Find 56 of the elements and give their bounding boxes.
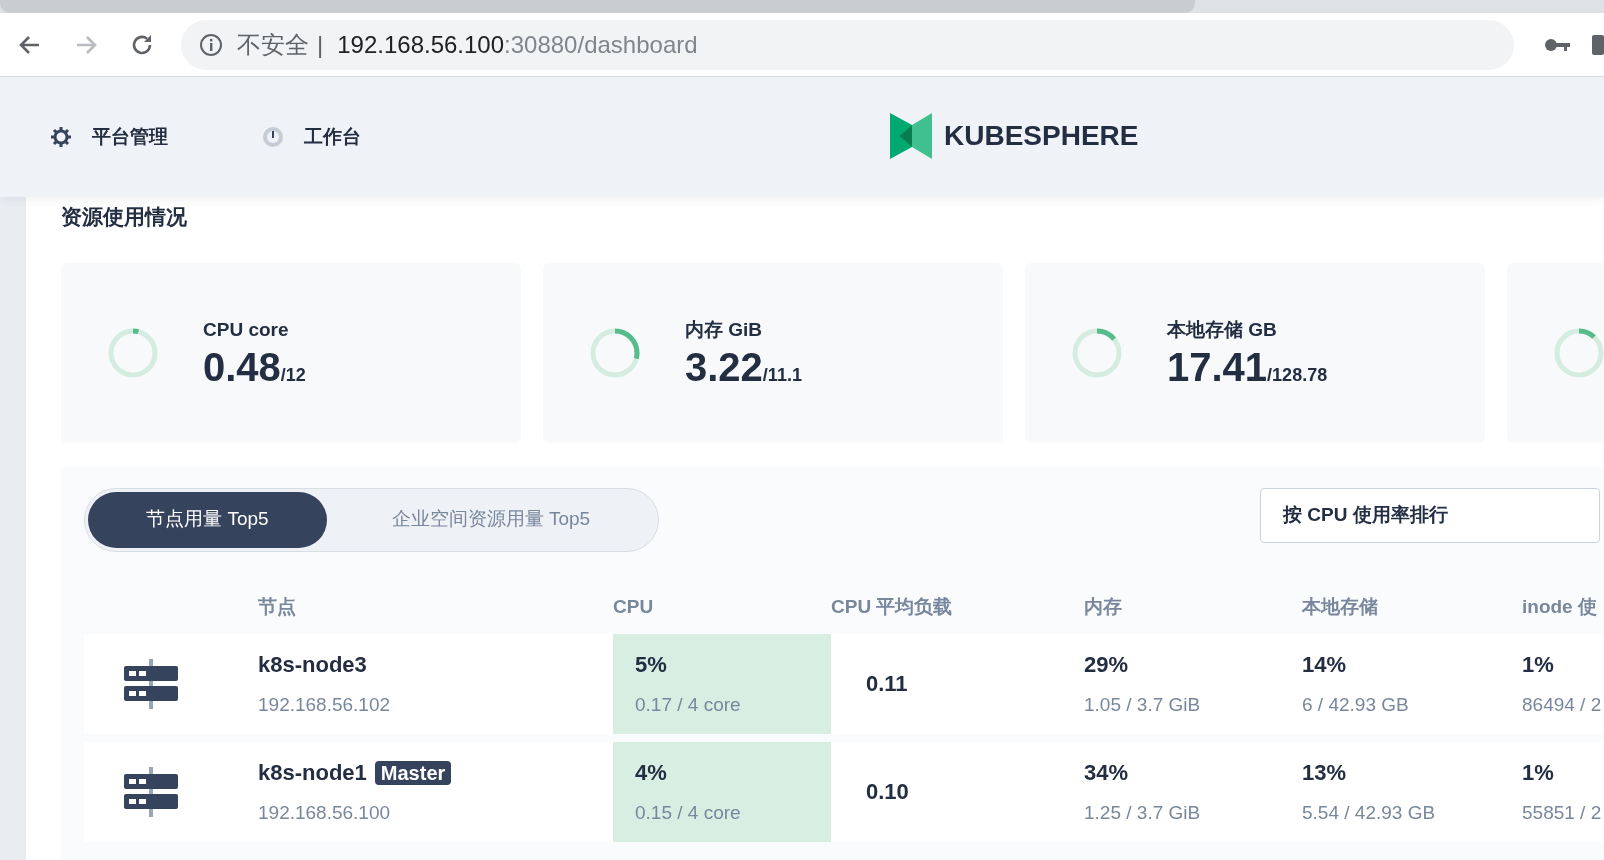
tab[interactable]: 节点用量 Top5	[88, 491, 327, 548]
stat-value: 17.41	[1167, 344, 1268, 389]
column-header: 内存	[1084, 595, 1122, 620]
cell-value: 4%	[635, 759, 667, 785]
sort-select[interactable]: 按 CPU 使用率排行	[1260, 487, 1600, 543]
cell-value: 1%	[1522, 759, 1554, 785]
server-icon	[124, 658, 178, 709]
separator: |	[317, 29, 324, 60]
stat-label: 本地存储 GB	[1167, 318, 1278, 343]
stat-value: 3.22	[685, 344, 763, 389]
extension-icon[interactable]	[1592, 32, 1604, 57]
cell-value: 13%	[1302, 759, 1347, 785]
cell-detail: 192.168.56.102	[258, 692, 392, 717]
stat-total: /12	[280, 364, 306, 385]
cell-detail: 0.15 / 4 core	[635, 800, 742, 825]
security-label: 不安全	[237, 29, 309, 60]
cell-detail: 5.54 / 42.93 GB	[1302, 800, 1437, 825]
role-badge: Master	[374, 760, 452, 785]
dial-icon	[262, 126, 284, 148]
gear-icon	[50, 126, 72, 148]
cell-detail: 55851 / 2	[1522, 800, 1603, 825]
column-header: 节点	[258, 595, 296, 620]
column-header: 本地存储	[1302, 595, 1378, 620]
cell-detail: 1.25 / 3.7 GiB	[1084, 800, 1202, 825]
url-host: 192.168.56.100	[337, 29, 505, 60]
cell-value: 0.10	[866, 779, 909, 804]
cell-detail: 0.17 / 4 core	[635, 692, 742, 717]
cell-value: 1%	[1522, 651, 1554, 677]
column-header: inode 使	[1522, 595, 1597, 620]
stat-value: 0.48	[203, 344, 281, 389]
cell-value: 34%	[1084, 759, 1129, 785]
server-icon	[124, 766, 178, 817]
cell-detail: 6 / 42.93 GB	[1302, 692, 1410, 717]
url-path: :30880/dashboard	[504, 29, 698, 60]
logo-text: KUBESPHERE	[944, 119, 1139, 153]
stat-total: /128.78	[1267, 364, 1328, 385]
stat-total: /11.1	[762, 364, 802, 385]
nav-link[interactable]: 平台管理	[92, 122, 168, 152]
node-name[interactable]: k8s-node3	[258, 651, 367, 677]
cell-detail: 1.05 / 3.7 GiB	[1084, 692, 1202, 717]
stat-label: 内存 GiB	[685, 318, 764, 343]
section-title: 资源使用情况	[61, 204, 188, 230]
stat-label: CPU core	[203, 318, 290, 343]
address-bar[interactable]: 不安全 | 192.168.56.100:30880/dashboard	[181, 19, 1514, 70]
column-header: CPU 平均负载	[831, 595, 953, 620]
column-header: CPU	[613, 595, 654, 620]
cell-value: 14%	[1302, 651, 1347, 677]
cell-detail: 86494 / 2	[1522, 692, 1603, 717]
cell-value: 5%	[635, 651, 667, 677]
logo-icon	[888, 111, 934, 161]
info-icon	[199, 32, 223, 57]
cell-value: 0.11	[866, 671, 908, 696]
cell-detail: 192.168.56.100	[258, 800, 392, 825]
nav-link[interactable]: 工作台	[304, 122, 361, 152]
cell-value: 29%	[1084, 651, 1129, 677]
node-name[interactable]: k8s-node1	[258, 759, 367, 785]
